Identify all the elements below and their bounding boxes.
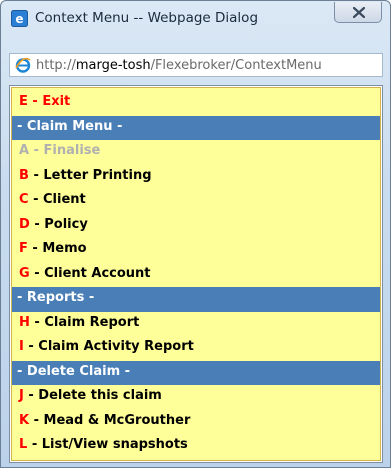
menu-item-label: - Policy: [29, 216, 88, 232]
shortcut-key: H: [19, 314, 30, 330]
section-header-label: - Claim Menu -: [17, 118, 123, 134]
menu-item-label: - Claim Report: [29, 314, 140, 330]
menu-item-exit[interactable]: E - Exit: [12, 91, 380, 116]
menu-item-label: - Client Account: [29, 265, 151, 281]
close-icon: [353, 7, 365, 18]
shortcut-key: K: [19, 412, 30, 428]
internet-explorer-icon: e: [11, 10, 28, 27]
svg-text:e: e: [15, 12, 23, 26]
menu-item-claim-activity-report[interactable]: I - Claim Activity Report: [12, 336, 380, 361]
menu-item-letter-printing[interactable]: B - Letter Printing: [12, 165, 380, 190]
shortcut-key: C: [19, 192, 29, 207]
ie-page-icon: [15, 57, 31, 73]
address-url: http://marge-tosh/Flexebroker/ContextMen…: [36, 58, 380, 73]
shortcut-key: E: [19, 94, 28, 109]
menu-item-label: - Client: [28, 192, 86, 207]
address-host: marge-tosh: [75, 58, 151, 73]
menu-item-policy[interactable]: D - Policy: [12, 214, 380, 239]
menu-item-label: - Letter Printing: [28, 167, 152, 183]
shortcut-key: A: [19, 143, 30, 158]
dialog-content: E - Exit - Claim Menu - A - Finalise B -…: [9, 85, 383, 463]
menu-item-label: - Mead & McGrouther: [29, 412, 191, 428]
menu-item-label: - Delete this claim: [23, 388, 162, 403]
menu-item-claim-report[interactable]: H - Claim Report: [12, 312, 380, 337]
menu-item-label: - Memo: [27, 241, 87, 256]
section-header-delete-claim: - Delete Claim -: [12, 360, 380, 385]
menu-item-client-account[interactable]: G - Client Account: [12, 263, 380, 288]
close-button[interactable]: [334, 2, 382, 23]
menu-item-finalise: A - Finalise: [12, 140, 380, 165]
section-header-claim-menu: - Claim Menu -: [12, 115, 380, 140]
section-header-label: - Delete Claim -: [17, 363, 131, 379]
address-prefix: http://: [36, 58, 76, 73]
menu-item-list-view-snapshots[interactable]: L - List/View snapshots: [12, 434, 380, 459]
dialog-window: e Context Menu -- Webpage Dialog http://…: [0, 0, 391, 468]
menu-item-memo[interactable]: F - Memo: [12, 238, 380, 263]
section-header-reports: - Reports -: [12, 287, 380, 312]
menu-item-client[interactable]: C - Client: [12, 189, 380, 214]
section-header-label: - Reports -: [17, 290, 95, 305]
menu-item-label: - Exit: [27, 94, 71, 109]
menu-item-delete-this-claim[interactable]: J - Delete this claim: [12, 385, 380, 410]
shortcut-key: D: [19, 216, 30, 232]
shortcut-key: G: [19, 265, 30, 281]
window-title: Context Menu -- Webpage Dialog: [35, 10, 259, 26]
menu-item-label: - Claim Activity Report: [23, 339, 194, 354]
context-menu: E - Exit - Claim Menu - A - Finalise B -…: [11, 87, 381, 461]
address-bar: http://marge-tosh/Flexebroker/ContextMen…: [9, 53, 383, 77]
shortcut-key: B: [19, 167, 29, 183]
title-bar[interactable]: e Context Menu -- Webpage Dialog: [1, 1, 390, 35]
menu-item-label: - List/View snapshots: [27, 437, 188, 452]
menu-item-label: - Finalise: [29, 143, 101, 158]
menu-item-mead-mcgrouther[interactable]: K - Mead & McGrouther: [12, 410, 380, 435]
address-path: /Flexebroker/ContextMenu: [150, 58, 322, 73]
shortcut-key: F: [19, 241, 28, 256]
